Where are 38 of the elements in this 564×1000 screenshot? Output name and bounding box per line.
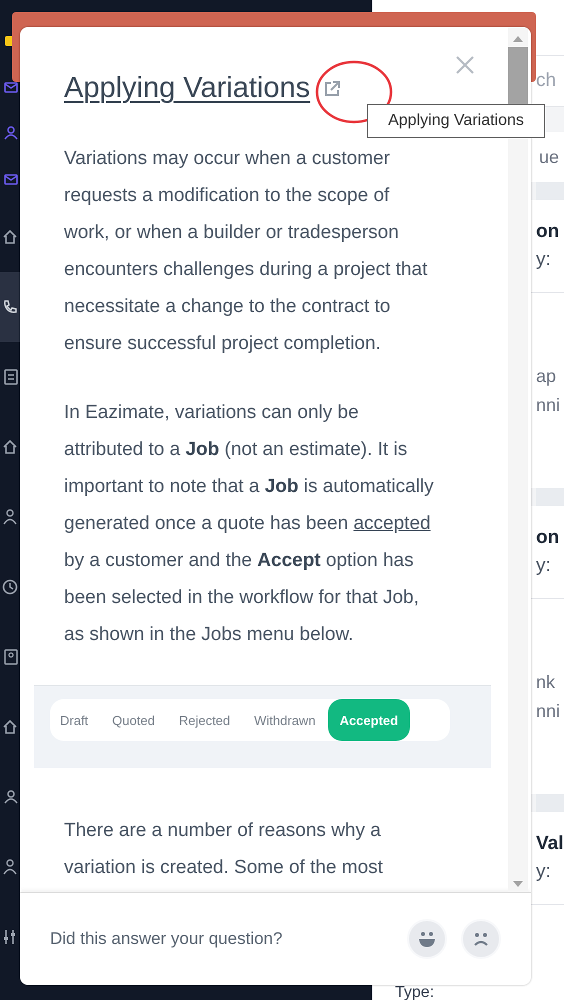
sad-face-button[interactable] bbox=[461, 919, 501, 959]
card-meta: y: bbox=[536, 249, 552, 271]
house-icon bbox=[2, 229, 18, 245]
status-tab[interactable]: Draft bbox=[50, 699, 100, 741]
status-tab[interactable]: Rejected bbox=[166, 699, 242, 741]
card-title: Val bbox=[536, 833, 564, 855]
tooltip: Applying Variations bbox=[367, 104, 545, 138]
sliders-icon bbox=[2, 929, 18, 945]
card-text: ap bbox=[536, 366, 558, 386]
person-icon bbox=[4, 126, 18, 140]
card-title: on bbox=[536, 527, 560, 549]
house-icon bbox=[2, 439, 18, 455]
badge-icon bbox=[4, 649, 18, 665]
status-tab[interactable]: Withdrawn bbox=[242, 699, 328, 741]
card-meta: y: bbox=[536, 555, 552, 577]
phone-icon bbox=[2, 299, 18, 315]
document-icon bbox=[4, 369, 18, 385]
envelope-icon bbox=[4, 80, 18, 94]
card-text: nk bbox=[536, 672, 556, 692]
card-text: nni bbox=[536, 394, 562, 416]
person-icon bbox=[4, 790, 18, 804]
card-title: on bbox=[536, 221, 560, 243]
feedback-question: Did this answer your question? bbox=[50, 929, 282, 949]
status-tab[interactable]: Quoted bbox=[100, 699, 167, 741]
happy-face-button[interactable] bbox=[407, 919, 447, 959]
card-meta: y: bbox=[536, 861, 552, 883]
external-link-icon[interactable] bbox=[322, 78, 342, 98]
article-title[interactable]: Applying Variations bbox=[64, 72, 310, 105]
card-text: nni bbox=[536, 700, 562, 722]
sidebar-item[interactable] bbox=[0, 272, 22, 342]
type-label: Type: bbox=[395, 985, 434, 1000]
inline-link[interactable]: accepted bbox=[353, 513, 431, 534]
article-paragraph: There are a number of reasons why a variation is created. Some of the most bbox=[64, 819, 384, 880]
house-icon bbox=[2, 719, 18, 735]
envelope-icon bbox=[4, 172, 18, 186]
clock-icon bbox=[2, 579, 18, 595]
article-paragraph: In Eazimate, variations can only be attributed to a Job (not an estimate). It is important to note that a Job is automatically generated once a quote has been accepted by a customer and the Accept option has been selected in the workflow for that Job, as shown in the Jobs menu below. bbox=[64, 401, 435, 647]
status-tab[interactable]: Accepted bbox=[328, 699, 410, 741]
